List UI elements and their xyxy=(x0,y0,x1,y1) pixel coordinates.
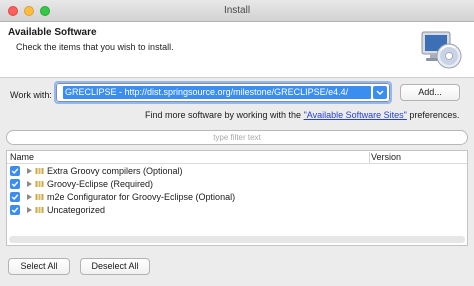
find-more-prefix: Find more software by working with the xyxy=(145,110,304,120)
work-with-label: Work with: xyxy=(10,90,52,100)
package-icon xyxy=(35,207,44,213)
available-sites-link[interactable]: "Available Software Sites" xyxy=(304,110,407,120)
dropdown-caret-icon xyxy=(376,90,384,95)
package-icon xyxy=(35,168,44,174)
window-titlebar: Install xyxy=(0,0,474,22)
row-label: m2e Configurator for Groovy-Eclipse (Opt… xyxy=(47,192,236,202)
expand-triangle-icon[interactable] xyxy=(27,207,32,213)
horizontal-scrollbar[interactable] xyxy=(9,236,465,243)
expand-triangle-icon[interactable] xyxy=(27,194,32,200)
table-row[interactable]: Uncategorized xyxy=(7,204,467,217)
expand-triangle-icon[interactable] xyxy=(27,168,32,174)
column-version[interactable]: Version xyxy=(371,152,401,162)
row-label: Uncategorized xyxy=(47,205,106,215)
expand-triangle-icon[interactable] xyxy=(27,181,32,187)
page-subtitle: Check the items that you wish to install… xyxy=(16,42,174,52)
dropdown-button[interactable] xyxy=(373,86,387,99)
package-icon xyxy=(35,194,44,200)
cd-install-icon xyxy=(421,31,462,69)
header-banner: Available Software Check the items that … xyxy=(0,22,474,78)
checkbox-icon[interactable] xyxy=(10,205,20,215)
table-row[interactable]: Groovy-Eclipse (Required) xyxy=(7,178,467,191)
window-title: Install xyxy=(223,5,251,16)
checkbox-icon[interactable] xyxy=(10,166,20,176)
work-with-combo[interactable]: GRECLIPSE - http://dist.springsource.org… xyxy=(56,83,390,102)
row-label: Groovy-Eclipse (Required) xyxy=(47,179,154,189)
software-table: Name Version Extra Groovy compilers (Opt… xyxy=(6,150,468,246)
table-header: Name Version xyxy=(7,151,467,164)
checkbox-icon[interactable] xyxy=(10,192,20,202)
package-icon xyxy=(35,181,44,187)
filter-input[interactable]: type filter text xyxy=(6,130,468,145)
column-name[interactable]: Name xyxy=(10,152,34,162)
add-button[interactable]: Add... xyxy=(400,84,460,101)
checkbox-icon[interactable] xyxy=(10,179,20,189)
select-all-button[interactable]: Select All xyxy=(8,258,70,275)
table-row[interactable]: Extra Groovy compilers (Optional) xyxy=(7,165,467,178)
table-row[interactable]: m2e Configurator for Groovy-Eclipse (Opt… xyxy=(7,191,467,204)
find-more-suffix: preferences. xyxy=(406,110,460,120)
row-label: Extra Groovy compilers (Optional) xyxy=(47,166,183,176)
filter-placeholder: type filter text xyxy=(213,133,261,142)
page-title: Available Software xyxy=(8,27,97,38)
deselect-all-button[interactable]: Deselect All xyxy=(80,258,150,275)
work-with-value: GRECLIPSE - http://dist.springsource.org… xyxy=(65,87,349,97)
column-separator[interactable] xyxy=(369,152,370,163)
find-more-text: Find more software by working with the "… xyxy=(145,110,459,120)
